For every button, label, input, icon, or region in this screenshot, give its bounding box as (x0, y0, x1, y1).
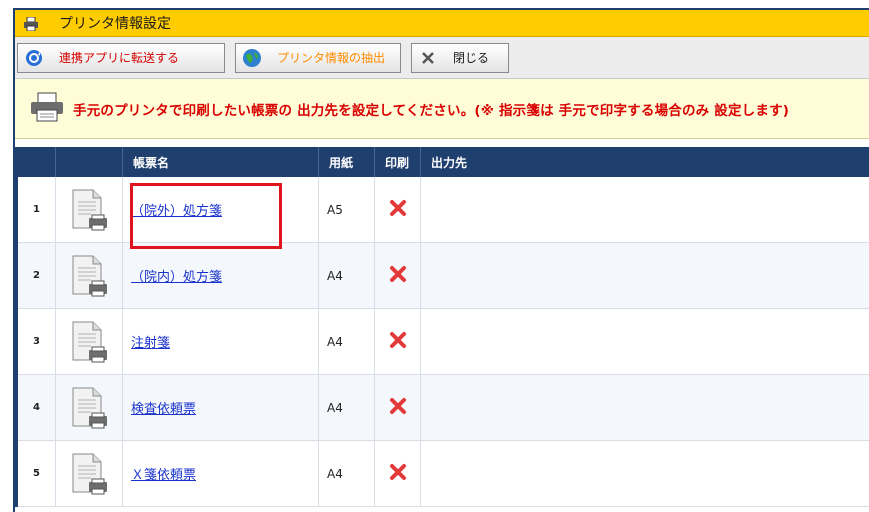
form-document-icon (56, 375, 123, 440)
form-name-link[interactable]: Ｘ箋依頼票 (131, 464, 196, 483)
form-name-cell: 注射箋 (123, 309, 319, 374)
x-mark-icon (389, 397, 407, 418)
row-number: 2 (18, 243, 56, 308)
printer-icon (29, 92, 65, 126)
extract-button[interactable]: プリンタ情報の抽出 (235, 42, 401, 73)
transfer-button-label: 連携アプリに転送する (59, 51, 180, 65)
form-name-link[interactable]: 注射箋 (131, 332, 170, 351)
form-name-cell: （院外）処方箋 (123, 177, 319, 242)
form-name-link[interactable]: （院外）処方箋 (131, 200, 222, 219)
close-button[interactable]: 閉じる (411, 42, 509, 73)
form-document-icon (56, 441, 123, 506)
header-form-name: 帳票名 (123, 147, 319, 177)
x-mark-icon (389, 199, 407, 220)
table-row: 2 （院内）処方箋 A4 (18, 243, 869, 309)
window-title: プリンタ情報設定 (59, 16, 171, 32)
paper-size: A4 (319, 243, 375, 308)
close-button-label: 閉じる (453, 51, 490, 65)
form-name-link[interactable]: 検査依頼票 (131, 398, 196, 417)
sync-icon (23, 49, 45, 67)
paper-size: A4 (319, 309, 375, 374)
output-destination[interactable] (421, 441, 869, 506)
form-name-link[interactable]: （院内）処方箋 (131, 266, 222, 285)
output-destination[interactable] (421, 309, 869, 374)
paper-size: A4 (319, 375, 375, 440)
extract-button-label: プリンタ情報の抽出 (277, 51, 386, 65)
table-row: 1 （院外）処方箋 A5 (18, 177, 869, 243)
print-toggle[interactable] (375, 441, 421, 506)
header-icon (56, 147, 123, 177)
table-header: 帳票名 用紙 印刷 出力先 (18, 147, 869, 177)
printer-settings-window: プリンタ情報設定 連携アプリに転送する プリンタ情報の抽出 閉じる 手元のプリン… (13, 8, 869, 512)
notice-text: 手元のプリンタで印刷したい帳票の 出力先を設定してください。(※ 指示箋は 手元… (73, 102, 790, 119)
output-destination[interactable] (421, 375, 869, 440)
header-paper: 用紙 (319, 147, 375, 177)
table-row: 4 検査依頼票 A4 (18, 375, 869, 441)
notice-banner: 手元のプリンタで印刷したい帳票の 出力先を設定してください。(※ 指示箋は 手元… (15, 79, 869, 139)
print-toggle[interactable] (375, 375, 421, 440)
globe-icon (241, 48, 263, 68)
print-toggle[interactable] (375, 243, 421, 308)
header-output: 出力先 (431, 155, 468, 170)
output-destination[interactable] (421, 177, 869, 242)
transfer-button[interactable]: 連携アプリに転送する (17, 42, 225, 73)
output-destination[interactable] (421, 243, 869, 308)
print-toggle[interactable] (375, 177, 421, 242)
table-row: 3 注射箋 A4 (18, 309, 869, 375)
row-number: 4 (18, 375, 56, 440)
header-print: 印刷 (375, 147, 421, 177)
x-mark-icon (389, 331, 407, 352)
header-no (18, 147, 56, 177)
printer-icon (23, 16, 39, 32)
paper-size: A5 (319, 177, 375, 242)
form-document-icon (56, 309, 123, 374)
form-document-icon (56, 177, 123, 242)
row-number: 3 (18, 309, 56, 374)
x-mark-icon (389, 463, 407, 484)
form-name-cell: 検査依頼票 (123, 375, 319, 440)
form-document-icon (56, 243, 123, 308)
close-icon (417, 50, 439, 66)
paper-size: A4 (319, 441, 375, 506)
table-row: 5 Ｘ箋依頼票 A4 (18, 441, 869, 507)
x-mark-icon (389, 265, 407, 286)
toolbar: 連携アプリに転送する プリンタ情報の抽出 閉じる (15, 37, 869, 79)
form-table: 帳票名 用紙 印刷 出力先 1 （院外）処方箋 A5 2 （院内）処方箋 A4 3 注射箋 A4… (15, 147, 869, 507)
form-name-cell: Ｘ箋依頼票 (123, 441, 319, 506)
print-toggle[interactable] (375, 309, 421, 374)
form-name-cell: （院内）処方箋 (123, 243, 319, 308)
title-bar: プリンタ情報設定 (15, 10, 869, 37)
row-number: 5 (18, 441, 56, 506)
row-number: 1 (18, 177, 56, 242)
